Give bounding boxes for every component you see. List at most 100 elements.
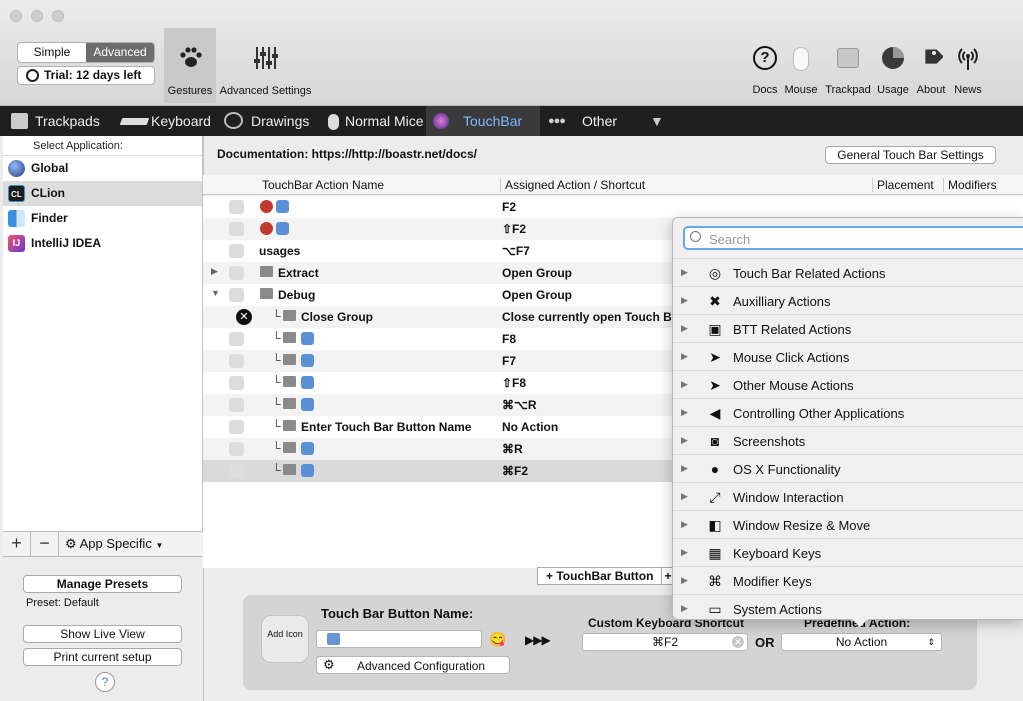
tab-overflow-arrow[interactable]: ▼	[650, 106, 670, 136]
usage-button[interactable]: Usage	[875, 40, 911, 102]
col-header-assigned[interactable]: Assigned Action / Shortcut	[500, 178, 645, 192]
tree-line-icon: └	[272, 353, 281, 367]
tab-trackpads[interactable]: Trackpads	[0, 106, 107, 136]
remove-app-button[interactable]: −	[31, 532, 59, 556]
tab-drawings[interactable]: Drawings	[217, 106, 317, 136]
app-item-global[interactable]: Global	[3, 156, 202, 181]
col-header-name[interactable]: TouchBar Action Name	[262, 178, 384, 192]
zoom-window-button[interactable]	[52, 10, 64, 22]
category-mouse-click[interactable]: ▶ ➤ Mouse Click Actions	[673, 342, 1023, 370]
drag-handle-icon[interactable]	[229, 442, 244, 456]
megaphone-icon: ◀	[709, 405, 721, 421]
mouse-button[interactable]: Mouse	[783, 40, 819, 102]
help-button[interactable]: ?	[95, 672, 115, 692]
drag-handle-icon[interactable]	[229, 398, 244, 412]
category-controlling-apps[interactable]: ▶ ◀ Controlling Other Applications	[673, 398, 1023, 426]
drag-handle-icon[interactable]	[229, 244, 244, 258]
clear-icon[interactable]: ✕	[732, 636, 744, 648]
folder-icon	[260, 288, 273, 299]
close-window-button[interactable]	[10, 10, 22, 22]
command-icon: ⌘	[708, 573, 722, 589]
mode-simple-button[interactable]: Simple	[18, 43, 86, 62]
category-window-interaction[interactable]: ▶ ⤢ Window Interaction	[673, 482, 1023, 510]
row-action: ⇧F2	[502, 222, 527, 236]
add-app-button[interactable]: +	[3, 532, 31, 556]
tab-normal-mice[interactable]: Normal Mice	[320, 106, 424, 136]
category-label: Screenshots	[733, 434, 806, 449]
col-header-placement[interactable]: Placement	[872, 178, 934, 192]
disclosure-right-icon: ▶	[681, 519, 688, 529]
category-keyboard-keys[interactable]: ▶ ▦ Keyboard Keys	[673, 538, 1023, 566]
category-osx-functionality[interactable]: ▶ ● OS X Functionality	[673, 454, 1023, 482]
touchbar-icon	[433, 113, 449, 129]
drag-handle-icon[interactable]	[229, 376, 244, 390]
drag-handle-icon[interactable]	[229, 354, 244, 368]
row-name: Close Group	[301, 310, 374, 324]
drag-handle-icon[interactable]	[229, 420, 244, 434]
apple-icon: ●	[710, 461, 720, 477]
advanced-settings-button[interactable]: Advanced Settings	[218, 28, 313, 103]
predefined-action-select[interactable]: No Action ⇕	[781, 633, 942, 651]
category-btt-related[interactable]: ▶ ▣ BTT Related Actions	[673, 314, 1023, 342]
button-name-input[interactable]	[316, 630, 482, 648]
add-touchbar-button[interactable]: + TouchBar Button	[537, 567, 663, 585]
category-other-mouse[interactable]: ▶ ➤ Other Mouse Actions	[673, 370, 1023, 398]
manage-presets-button[interactable]: Manage Presets	[23, 575, 182, 593]
tab-touchbar[interactable]: TouchBar	[426, 106, 540, 136]
shortcut-recorder-field[interactable]: ⌘F2 ✕	[582, 633, 748, 651]
col-header-modifiers[interactable]: Modifiers	[943, 178, 997, 192]
app-item-clion[interactable]: CL CLion	[3, 181, 202, 206]
category-screenshots[interactable]: ▶ ◙ Screenshots	[673, 426, 1023, 454]
about-button[interactable]: About	[914, 40, 948, 102]
emoji-picker-icon[interactable]: 😋	[489, 631, 506, 648]
select-application-label: Select Application:	[3, 136, 202, 156]
app-item-label: Global	[31, 161, 69, 175]
tab-keyboard[interactable]: Keyboard	[113, 106, 213, 136]
finder-icon	[8, 210, 25, 227]
drag-handle-icon[interactable]	[229, 288, 244, 302]
disclosure-right-icon: ▶	[681, 575, 688, 585]
disclosure-right-icon: ▶	[681, 295, 688, 305]
category-window-resize-move[interactable]: ▶ ◧ Window Resize & Move	[673, 510, 1023, 538]
news-button[interactable]: News	[951, 40, 985, 102]
folder-icon	[283, 464, 296, 475]
disclosure-right-icon[interactable]: ▶	[211, 266, 218, 277]
category-auxilliary[interactable]: ▶ ✖ Auxilliary Actions	[673, 286, 1023, 314]
app-specific-dropdown[interactable]: ⚙ App Specific ▼	[59, 536, 163, 552]
documentation-link[interactable]: Documentation: https://http://boastr.net…	[217, 147, 477, 161]
category-label: Mouse Click Actions	[733, 350, 850, 365]
drag-handle-icon[interactable]	[229, 222, 244, 236]
mode-advanced-button[interactable]: Advanced	[86, 43, 154, 62]
row-action: Open Group	[502, 266, 572, 280]
drag-handle-icon[interactable]	[229, 464, 244, 478]
drag-handle-icon[interactable]	[229, 266, 244, 280]
gestures-button[interactable]: Gestures	[164, 28, 216, 103]
search-field[interactable]: Search	[683, 226, 1023, 250]
category-label: Keyboard Keys	[733, 546, 822, 561]
show-live-view-button[interactable]: Show Live View	[23, 625, 182, 643]
trial-badge[interactable]: Trial: 12 days left	[17, 66, 155, 85]
app-item-intellij[interactable]: IJ IntelliJ IDEA	[3, 231, 202, 256]
tab-other[interactable]: ●●● Other	[545, 106, 625, 136]
record-icon	[260, 222, 273, 235]
disclosure-down-icon[interactable]: ▼	[211, 288, 220, 298]
drag-handle-icon[interactable]	[229, 200, 244, 214]
cursor-icon: ➤	[709, 349, 721, 365]
trackpad-button[interactable]: Trackpad	[823, 40, 873, 102]
step-over-icon	[276, 200, 289, 213]
add-icon-button[interactable]: Add Icon	[261, 615, 309, 663]
advanced-configuration-button[interactable]: ⚙ Advanced Configuration	[316, 656, 510, 674]
drag-handle-icon[interactable]	[229, 332, 244, 346]
category-touchbar-related[interactable]: ▶ ◎ Touch Bar Related Actions	[673, 258, 1023, 286]
app-item-finder[interactable]: Finder	[3, 206, 202, 231]
tab-drawings-label: Drawings	[251, 113, 310, 129]
print-setup-button[interactable]: Print current setup	[23, 648, 182, 666]
minimize-window-button[interactable]	[31, 10, 43, 22]
category-modifier-keys[interactable]: ▶ ⌘ Modifier Keys	[673, 566, 1023, 594]
category-system-actions[interactable]: ▶ ▭ System Actions	[673, 594, 1023, 622]
general-touchbar-settings-button[interactable]: General Touch Bar Settings	[825, 146, 996, 164]
docs-button[interactable]: ? Docs	[749, 40, 781, 102]
table-row[interactable]: F2	[203, 196, 1023, 218]
target-icon: ◎	[708, 265, 722, 281]
row-action: ⌘⌥R	[502, 398, 537, 412]
